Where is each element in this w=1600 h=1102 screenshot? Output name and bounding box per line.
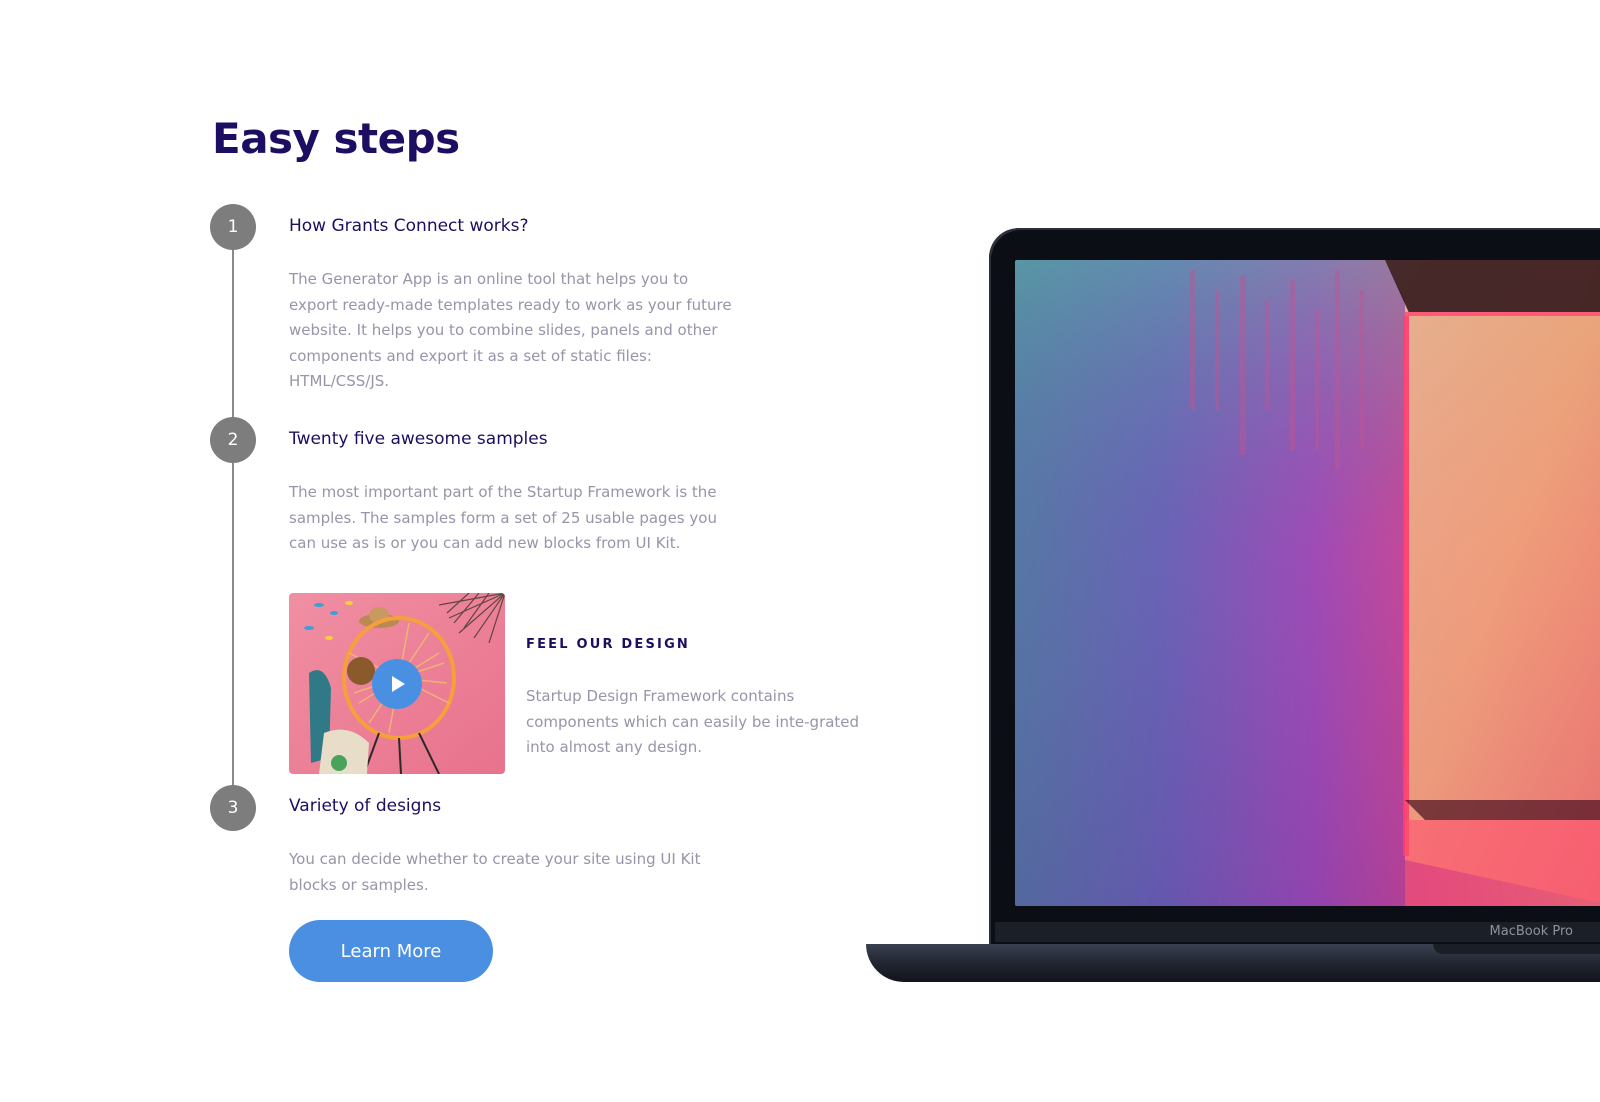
video-thumbnail[interactable] bbox=[289, 593, 505, 774]
laptop-brand-label: MacBook Pro bbox=[1489, 924, 1573, 939]
laptop-mockup: MacBook Pro bbox=[866, 228, 1600, 988]
step-title-1: How Grants Connect works? bbox=[289, 216, 529, 236]
step-text-1: The Generator App is an online tool that… bbox=[289, 270, 732, 390]
step-text-3: You can decide whether to create your si… bbox=[289, 850, 701, 894]
learn-more-button[interactable]: Learn More bbox=[289, 920, 493, 982]
feature-title: FEEL OUR DESIGN bbox=[526, 637, 691, 652]
step-title-3: Variety of designs bbox=[289, 796, 442, 816]
laptop-lid: MacBook Pro bbox=[989, 228, 1600, 944]
step-title-2: Twenty five awesome samples bbox=[289, 429, 548, 449]
screen-wallpaper bbox=[1015, 260, 1600, 906]
feature-text: Startup Design Framework contains compon… bbox=[526, 687, 860, 756]
laptop-base-notch bbox=[1433, 944, 1600, 954]
laptop-screen bbox=[1015, 260, 1600, 906]
step-number-2: 2 bbox=[210, 417, 256, 463]
step-number-3: 3 bbox=[210, 785, 256, 831]
step-text-2: The most important part of the Startup F… bbox=[289, 483, 717, 552]
step-number-1: 1 bbox=[210, 204, 256, 250]
play-button[interactable] bbox=[372, 659, 422, 709]
play-icon bbox=[392, 676, 405, 692]
section-title: Easy steps bbox=[212, 114, 460, 163]
timeline-line bbox=[232, 230, 234, 808]
